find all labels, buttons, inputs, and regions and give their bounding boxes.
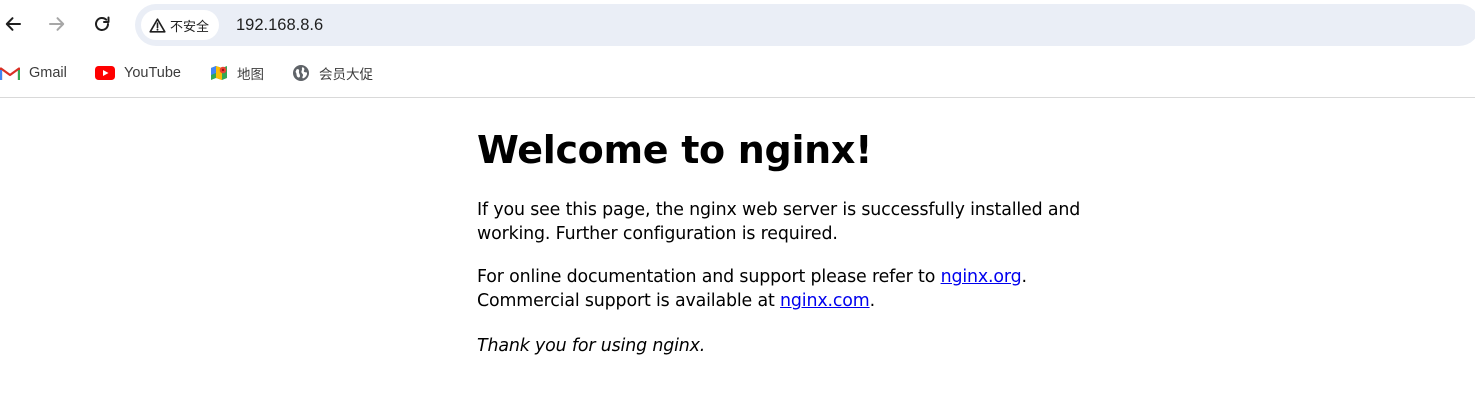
security-indicator-button[interactable]: 不安全	[141, 10, 220, 40]
bookmark-label: YouTube	[124, 65, 181, 81]
intro-paragraph: If you see this page, the nginx web serv…	[477, 200, 1081, 244]
maps-icon	[211, 66, 227, 80]
commercial-text: Commercial support is available at	[477, 291, 781, 311]
bookmark-maps[interactable]: 地图	[210, 61, 264, 85]
commercial-period: .	[869, 291, 876, 311]
bookmark-label: Gmail	[29, 65, 67, 81]
docs-paragraph: For online documentation and support ple…	[477, 265, 1117, 313]
url-text[interactable]: 192.168.8.6	[236, 14, 323, 36]
thanks-text: Thank you for using nginx.	[477, 336, 706, 356]
bookmark-label: 地图	[237, 67, 264, 83]
bookmarks-bar: Gmail YouTube 地图 会员大促	[0, 56, 1475, 90]
forward-arrow-icon	[49, 17, 65, 31]
page-title: Welcome to nginx!	[477, 128, 873, 172]
warning-triangle-icon	[149, 17, 166, 33]
reload-icon	[95, 16, 110, 31]
globe-icon	[293, 65, 309, 81]
nginx-com-link[interactable]: nginx.com	[780, 291, 870, 311]
browser-toolbar: 不安全 192.168.8.6	[0, 0, 1475, 50]
page-content: Welcome to nginx! If you see this page, …	[477, 98, 1117, 358]
gmail-icon	[0, 66, 20, 80]
address-bar[interactable]: 不安全 192.168.8.6	[135, 4, 1475, 46]
bookmark-promo[interactable]: 会员大促	[292, 61, 373, 85]
back-button[interactable]	[0, 9, 28, 39]
reload-button[interactable]	[87, 9, 117, 39]
youtube-icon	[95, 66, 115, 80]
bookmark-gmail[interactable]: Gmail	[0, 61, 67, 85]
bookmark-label: 会员大促	[319, 67, 373, 83]
nginx-org-link[interactable]: nginx.org	[941, 267, 1022, 287]
docs-text: For online documentation and support ple…	[477, 267, 941, 287]
bookmark-youtube[interactable]: YouTube	[95, 61, 181, 85]
docs-period: .	[1021, 267, 1028, 287]
forward-button[interactable]	[42, 9, 72, 39]
back-arrow-icon	[5, 17, 21, 31]
security-label: 不安全	[170, 19, 210, 35]
